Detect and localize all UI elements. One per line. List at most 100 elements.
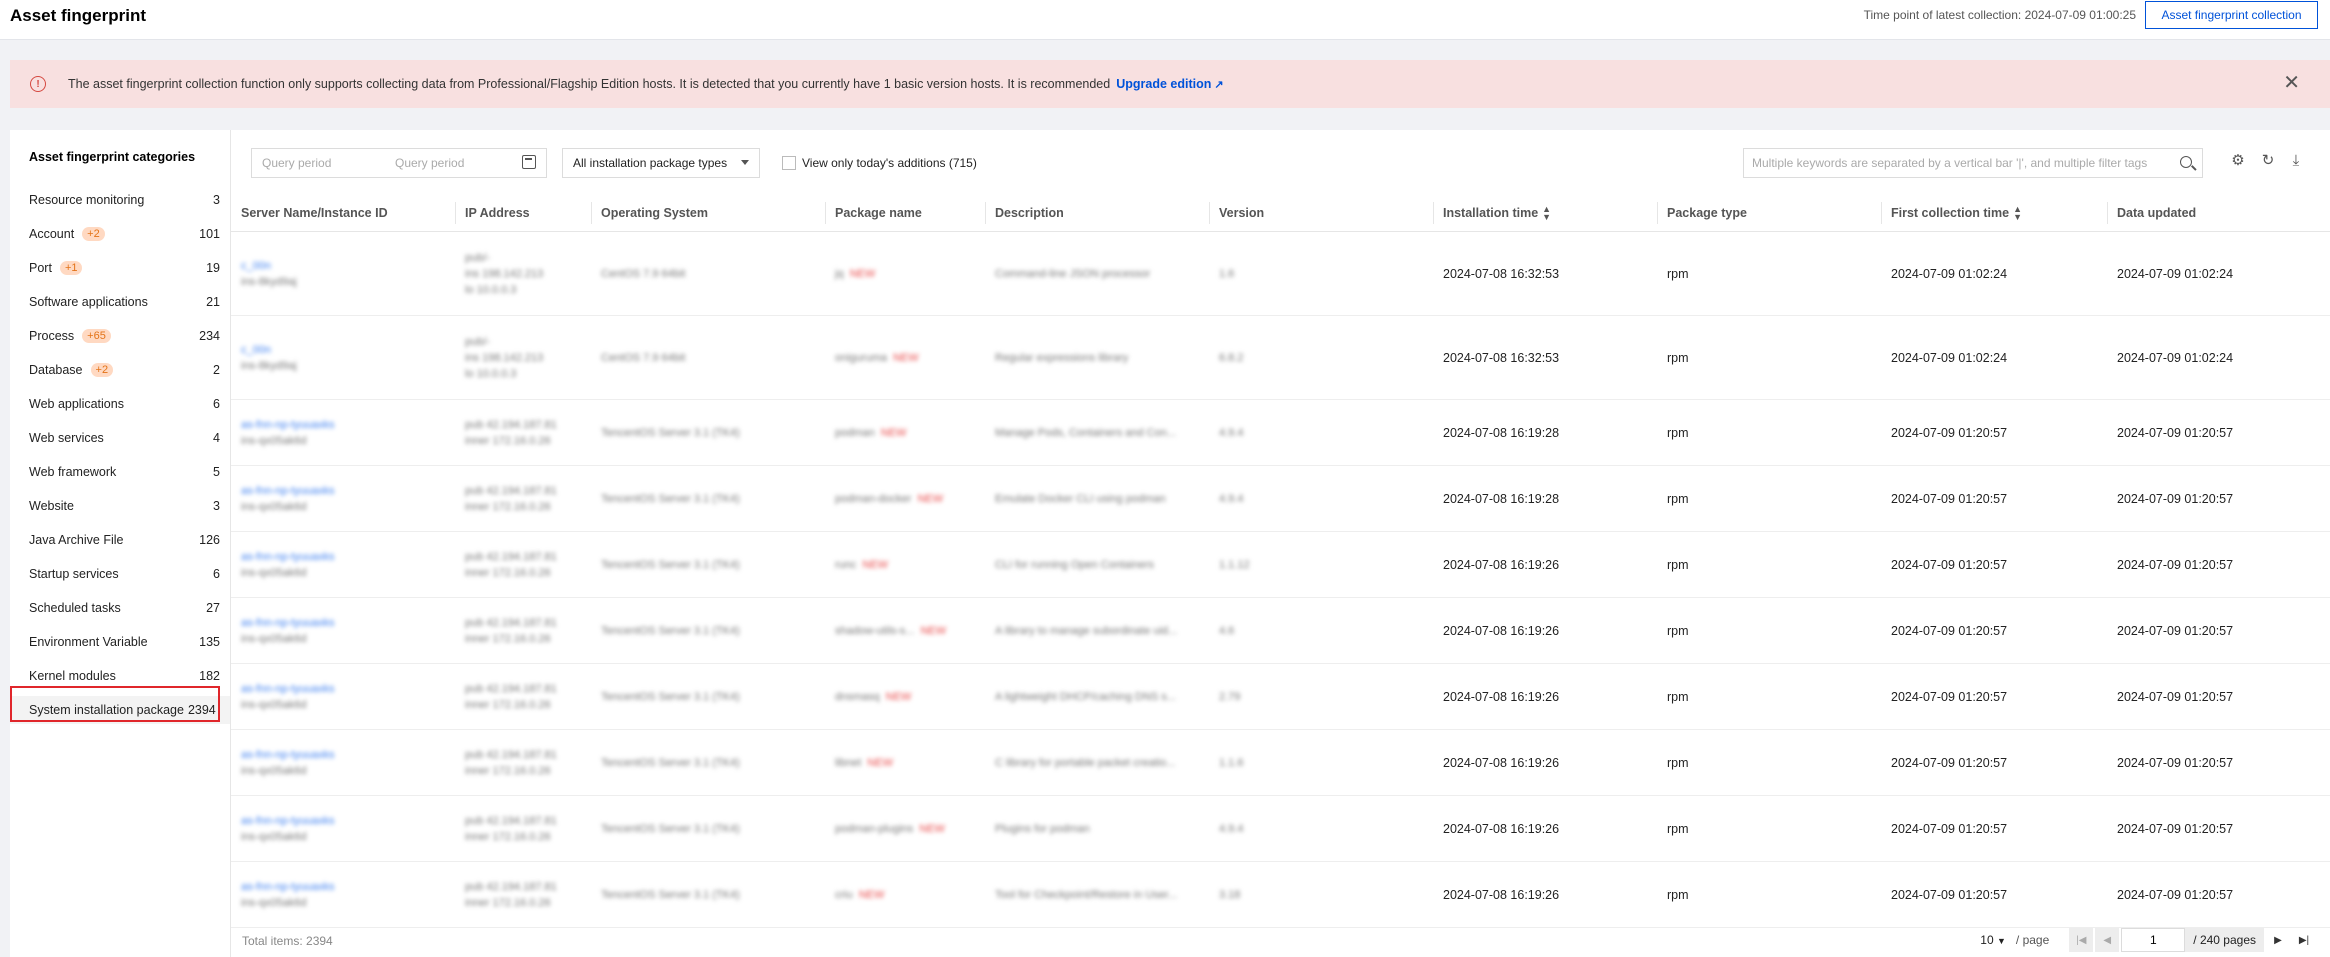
ip-cell: pub 42.194.187.81 inner 172.16.0.26 [455, 466, 591, 531]
data-updated-cell: 2024-07-09 01:20:57 [2107, 730, 2330, 795]
sidebar-item[interactable]: Startup services 6 [10, 560, 230, 588]
instance-id: ins-8kyd9aj [241, 359, 297, 372]
data-updated-cell: 2024-07-09 01:20:57 [2107, 598, 2330, 663]
package-type-cell: rpm [1657, 532, 1881, 597]
server-cell: c_00n ins-8kyd9aj [231, 232, 455, 315]
server-name-link[interactable]: as-fnn-np-tyuuaxks [241, 747, 335, 763]
prev-page-icon[interactable]: ◀ [2095, 928, 2120, 952]
new-tag: NEW [885, 690, 912, 703]
os-cell: TencentOS Server 3.1 (TK4) [591, 796, 825, 861]
new-tag: NEW [892, 351, 919, 364]
first-page-icon[interactable]: |◀ [2069, 928, 2094, 952]
calendar-icon[interactable] [522, 155, 536, 169]
column-header[interactable]: Installation time ▲ ▼ [1433, 194, 1657, 232]
gear-icon[interactable]: ⚙ [2229, 152, 2247, 170]
version: 4.9.4 [1219, 492, 1244, 505]
next-page-icon[interactable]: ▶ [2266, 928, 2290, 952]
sidebar-item[interactable]: Environment Variable 135 [10, 628, 230, 656]
sidebar-item-label: Software applications [29, 295, 148, 309]
server-name-link[interactable]: as-fnn-np-tyuuaxks [241, 813, 335, 829]
installation-time: 2024-07-08 16:19:26 [1443, 821, 1560, 836]
package-name-text: jq [835, 267, 844, 280]
ip-address: ins 198.142.213 [465, 267, 544, 280]
page-size-value: 10 [1980, 933, 1994, 947]
page-title: Asset fingerprint [10, 6, 147, 25]
checkbox[interactable] [782, 156, 796, 170]
description-cell: Command-line JSON processor [985, 232, 1209, 315]
search-input[interactable]: Multiple keywords are separated by a ver… [1743, 148, 2203, 178]
package-type-cell: rpm [1657, 466, 1881, 531]
server-name-link[interactable]: as-fnn-np-tyuuaxks [241, 879, 335, 895]
instance-id: ins-8kyd9aj [241, 275, 297, 288]
package-type: rpm [1667, 557, 1689, 572]
package-name-cell: oniguruma NEW [825, 316, 985, 399]
sidebar-item[interactable]: Web applications 6 [10, 390, 230, 418]
page-size-select[interactable]: 10 ▼ [1980, 933, 2010, 947]
sidebar-item[interactable]: Java Archive File 126 [10, 526, 230, 554]
sidebar-item[interactable]: Resource monitoring 3 [10, 186, 230, 214]
server-cell: as-fnn-np-tyuuaxks ins-qx05ak6d [231, 598, 455, 663]
page-number-input[interactable] [2121, 928, 2186, 952]
column-header[interactable]: First collection time ▲ ▼ [1881, 194, 2107, 232]
os-cell: TencentOS Server 3.1 (TK4) [591, 664, 825, 729]
server-name-link[interactable]: c_00n [241, 342, 297, 358]
description-cell: C library for portable packet creatio... [985, 730, 1209, 795]
upgrade-edition-link[interactable]: Upgrade edition ↗ [1116, 77, 1223, 91]
sort-icon[interactable]: ▲ ▼ [1542, 205, 1551, 222]
sidebar-item-count: 126 [199, 533, 220, 547]
ip-stack: pub 42.194.187.81 inner 172.16.0.26 [465, 417, 557, 449]
package-name: jq NEW [835, 268, 875, 280]
server-name-link[interactable]: as-fnn-np-tyuuaxks [241, 483, 335, 499]
last-page-icon[interactable]: ▶| [2292, 928, 2316, 952]
close-icon[interactable]: ✕ [2283, 73, 2300, 93]
sidebar-item[interactable]: Website 3 [10, 492, 230, 520]
download-icon[interactable]: ⤓ [2287, 152, 2305, 170]
operating-system: TencentOS Server 3.1 (TK4) [601, 624, 740, 637]
package-name-text: libnet [835, 756, 862, 769]
search-icon[interactable] [2180, 156, 2192, 168]
sidebar-item[interactable]: Process +65 234 [10, 322, 230, 350]
package-type-cell: rpm [1657, 664, 1881, 729]
server-name-link[interactable]: as-fnn-np-tyuuaxks [241, 681, 335, 697]
upgrade-edition-label: Upgrade edition [1116, 77, 1212, 91]
package-name-text: oniguruma [835, 351, 887, 364]
refresh-icon[interactable]: ↻ [2259, 152, 2277, 170]
date-end-placeholder: Query period [395, 156, 465, 170]
server-name-link[interactable]: c_00n [241, 258, 297, 274]
sidebar-item[interactable]: Web services 4 [10, 424, 230, 452]
query-period-picker[interactable]: Query period Query period [251, 148, 547, 178]
first-collection-time: 2024-07-09 01:20:57 [1891, 557, 2008, 572]
installation-time-cell: 2024-07-08 16:19:28 [1433, 400, 1657, 465]
server-cell: as-fnn-np-tyuuaxks ins-qx05ak6d [231, 664, 455, 729]
server-name-link[interactable]: as-fnn-np-tyuuaxks [241, 417, 335, 433]
sidebar-item[interactable]: Software applications 21 [10, 288, 230, 316]
sort-icon[interactable]: ▲ ▼ [2013, 205, 2022, 222]
sidebar-item[interactable]: Web framework 5 [10, 458, 230, 486]
today-additions-checkbox[interactable]: View only today's additions (715) [782, 156, 977, 170]
package-type-cell: rpm [1657, 316, 1881, 399]
server-name-link[interactable]: as-fnn-np-tyuuaxks [241, 549, 335, 565]
package-name-text: podman [835, 426, 875, 439]
sidebar-item[interactable]: Account +2 101 [10, 220, 230, 248]
column-header-label: Package name [835, 206, 922, 220]
sidebar-item[interactable]: Scheduled tasks 27 [10, 594, 230, 622]
table-footer: Total items: 2394 10 ▼ / page |◀ ◀ / 240… [231, 924, 2330, 957]
sidebar-item[interactable]: Port +1 19 [10, 254, 230, 282]
package-type-select[interactable]: All installation package types [562, 148, 760, 178]
latest-collection-time: Time point of latest collection: 2024-07… [1863, 8, 2136, 22]
description: Tool for Checkpoint/Restore in User... [995, 888, 1178, 901]
version-cell: 4.9.4 [1209, 400, 1433, 465]
sidebar-item[interactable]: Database +2 2 [10, 356, 230, 384]
server-name-link[interactable]: as-fnn-np-tyuuaxks [241, 615, 335, 631]
column-header: Description [985, 194, 1209, 232]
first-collection-time: 2024-07-09 01:02:24 [1891, 350, 2008, 365]
total-pages: / 240 pages [2185, 928, 2264, 952]
package-type-cell: rpm [1657, 796, 1881, 861]
package-name: libnet NEW [835, 757, 893, 769]
os-cell: TencentOS Server 3.1 (TK4) [591, 598, 825, 663]
version-cell: 1.1.12 [1209, 532, 1433, 597]
column-header: Version [1209, 194, 1433, 232]
asset-fingerprint-collection-button[interactable]: Asset fingerprint collection [2145, 1, 2318, 29]
installation-time-cell: 2024-07-08 16:32:53 [1433, 232, 1657, 315]
installation-time: 2024-07-08 16:32:53 [1443, 350, 1560, 365]
